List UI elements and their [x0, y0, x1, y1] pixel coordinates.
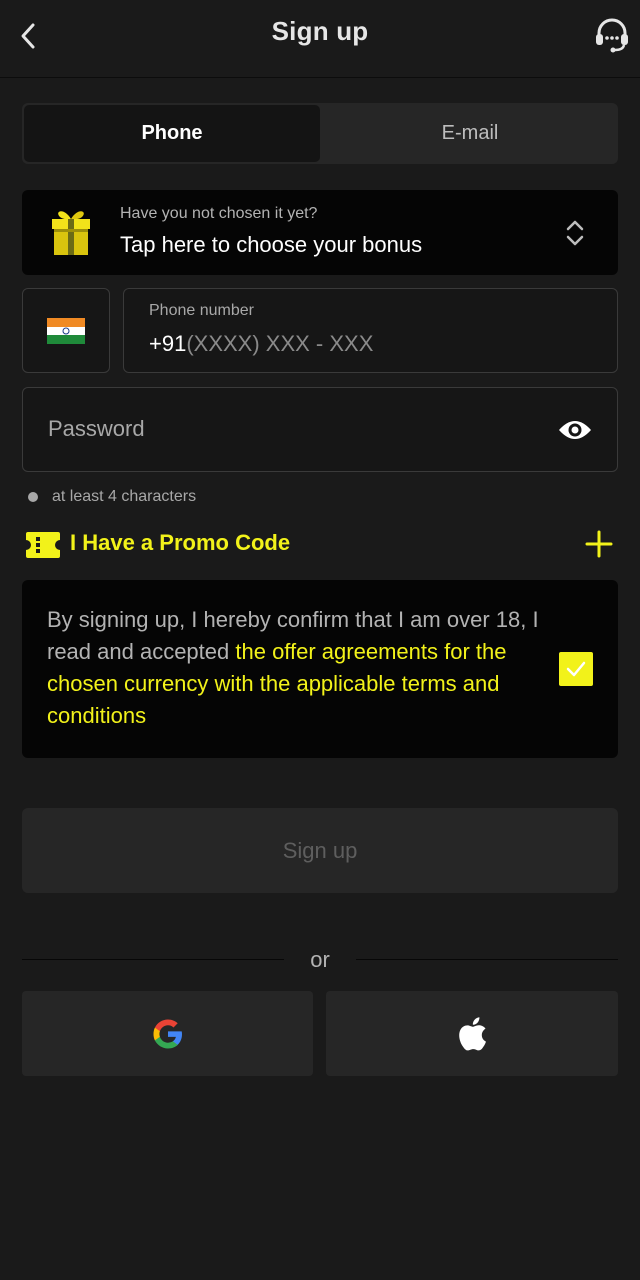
bonus-selector[interactable]: Have you not chosen it yet? Tap here to … — [22, 190, 618, 275]
country-code-selector[interactable] — [22, 288, 110, 373]
terms-checkbox[interactable] — [559, 652, 593, 686]
toggle-password-visibility[interactable] — [555, 414, 595, 446]
google-signin-button[interactable] — [22, 991, 313, 1076]
apple-signin-button[interactable] — [326, 991, 618, 1076]
ticket-icon — [26, 532, 60, 558]
apple-icon — [459, 1016, 486, 1050]
tab-email[interactable]: E-mail — [322, 103, 618, 164]
terms-text: By signing up, I hereby confirm that I a… — [47, 604, 557, 732]
phone-mask: (XXXX) XXX - XXX — [186, 331, 374, 356]
tab-phone[interactable]: Phone — [24, 105, 320, 162]
phone-number-label: Phone number — [149, 302, 254, 319]
bonus-hint: Have you not chosen it yet? — [120, 205, 318, 222]
checkmark-icon — [566, 661, 586, 677]
sign-up-button[interactable]: Sign up — [22, 808, 618, 893]
promo-code-toggle[interactable]: I Have a Promo Code — [22, 527, 618, 563]
phone-prefix: +91 — [149, 331, 187, 356]
headset-support-icon — [596, 18, 628, 53]
google-icon — [153, 1019, 182, 1048]
password-input[interactable]: Password — [22, 387, 618, 472]
bonus-prompt: Tap here to choose your bonus — [120, 232, 423, 257]
divider-or-text: or — [310, 947, 330, 972]
divider-line-right — [356, 959, 618, 960]
eye-icon — [559, 421, 591, 439]
support-button[interactable] — [592, 14, 632, 56]
terms-panel: By signing up, I hereby confirm that I a… — [22, 580, 618, 758]
password-placeholder: Password — [48, 416, 145, 441]
promo-code-label: I Have a Promo Code — [70, 530, 291, 555]
requirement-bullet — [28, 492, 38, 502]
india-flag-icon — [47, 317, 85, 344]
app-header: Sign up — [0, 0, 640, 78]
requirement-text: at least 4 characters — [52, 488, 197, 505]
phone-number-input[interactable]: Phone number +91(XXXX) XXX - XXX — [123, 288, 618, 373]
plus-icon — [585, 530, 613, 558]
password-requirement: at least 4 characters — [28, 488, 196, 506]
signup-method-tabs: Phone E-mail — [22, 103, 618, 164]
phone-number-value: +91(XXXX) XXX - XXX — [149, 331, 373, 357]
chevron-updown-icon — [566, 220, 584, 246]
page-title: Sign up — [271, 16, 369, 46]
gift-icon — [52, 211, 90, 255]
